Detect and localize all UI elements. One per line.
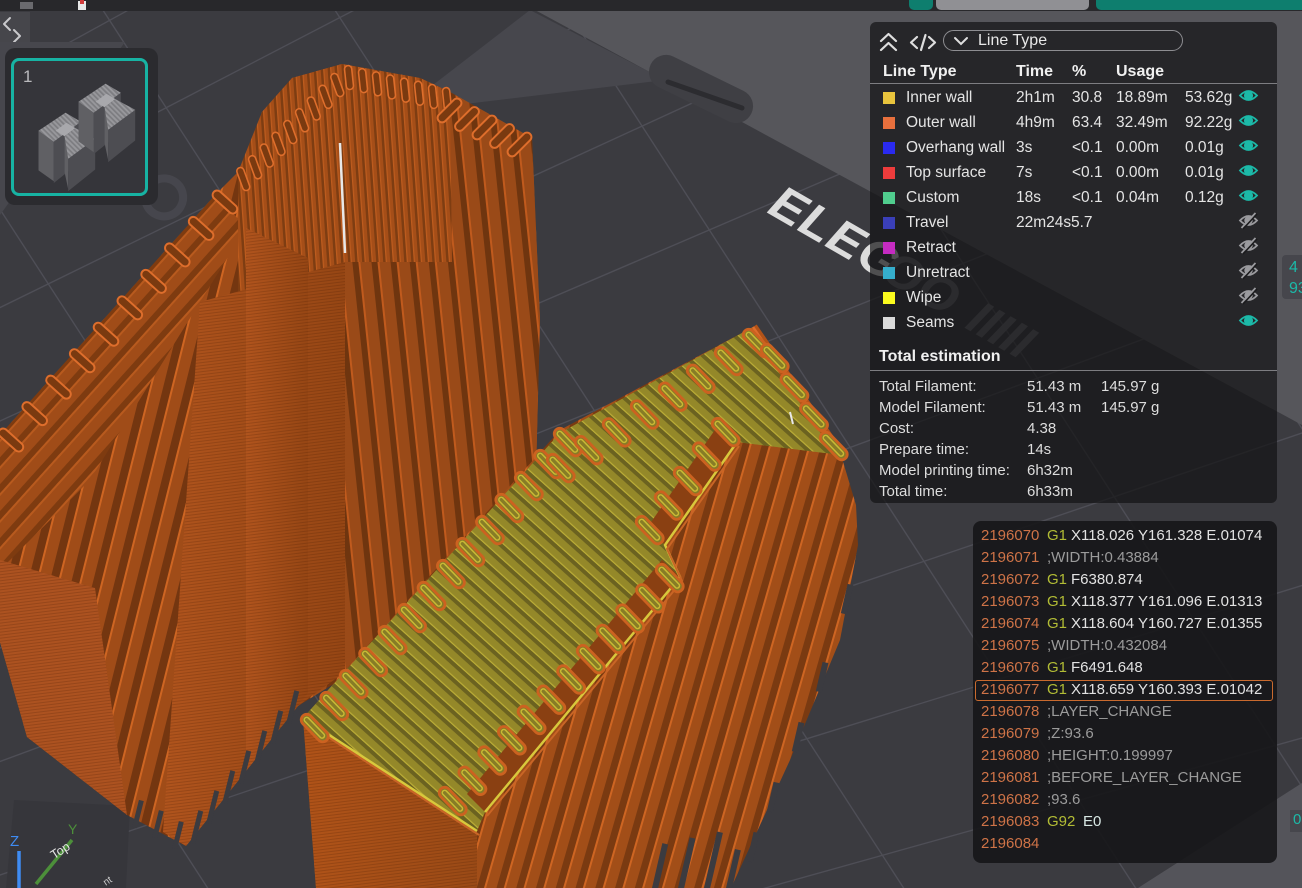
- svg-text:Z: Z: [10, 833, 19, 850]
- svg-text:Y: Y: [68, 821, 78, 837]
